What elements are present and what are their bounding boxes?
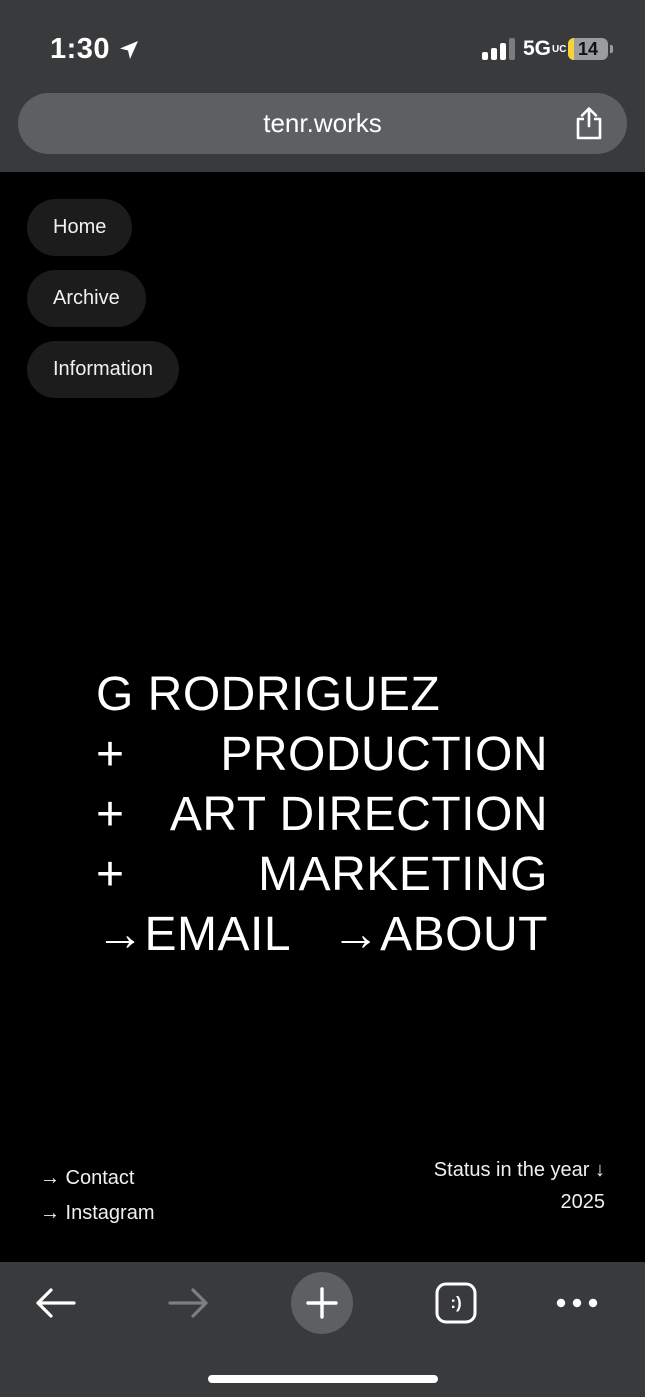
instagram-link[interactable]: → Instagram — [40, 1196, 154, 1231]
status-time: 1:30 — [50, 33, 140, 66]
forward-arrow-icon — [168, 1288, 208, 1318]
hero-name: G RODRIGUEZ — [96, 665, 548, 725]
plus-icon — [306, 1287, 338, 1319]
home-indicator[interactable] — [208, 1375, 438, 1383]
more-button[interactable] — [546, 1272, 608, 1334]
plus-sign: + — [96, 788, 125, 841]
network-type: 5G UC — [522, 37, 567, 61]
network-label: 5G — [522, 37, 551, 60]
tabs-face: :) — [450, 1293, 462, 1312]
hero-marketing: MARKETING — [258, 848, 548, 901]
hero-links-line: →EMAIL →ABOUT — [96, 905, 548, 965]
battery-icon: 14 — [568, 38, 613, 60]
site-nav: Home Archive Information — [27, 199, 180, 412]
footer-links: → Contact → Instagram — [40, 1161, 154, 1231]
status-time-text: 1:30 — [50, 33, 111, 65]
email-link[interactable]: →EMAIL — [96, 905, 291, 965]
browser-bottom-toolbar: :) — [0, 1262, 645, 1397]
nav-home[interactable]: Home — [27, 199, 133, 256]
network-suffix: UC — [552, 43, 567, 55]
new-tab-button[interactable] — [291, 1272, 353, 1334]
back-button[interactable] — [24, 1272, 86, 1334]
address-bar[interactable]: tenr.works — [18, 93, 627, 154]
hero-name-text: G RODRIGUEZ — [96, 668, 441, 721]
hero-marketing-line: + MARKETING — [96, 845, 548, 905]
about-link[interactable]: →ABOUT — [332, 905, 548, 965]
more-dots-icon — [556, 1298, 598, 1308]
url-text[interactable]: tenr.works — [18, 93, 627, 154]
hero-art-direction-line: + ART DIRECTION — [96, 785, 548, 845]
share-icon[interactable] — [573, 106, 605, 140]
location-arrow-icon — [120, 40, 139, 59]
contact-link[interactable]: → Contact — [40, 1161, 154, 1196]
hero-art-direction: ART DIRECTION — [169, 788, 548, 841]
footer-status: Status in the year ↓ 2025 — [434, 1154, 605, 1218]
hero-production: PRODUCTION — [220, 728, 548, 781]
cellular-signal-icon — [481, 38, 515, 60]
status-year: 2025 — [560, 1191, 606, 1213]
battery-percent: 14 — [577, 38, 599, 59]
nav-information[interactable]: Information — [27, 341, 180, 398]
plus-sign: + — [96, 848, 125, 901]
plus-sign: + — [96, 728, 125, 781]
forward-button[interactable] — [158, 1272, 220, 1334]
tabs-button[interactable]: :) — [425, 1272, 487, 1334]
hero-block: G RODRIGUEZ + PRODUCTION + ART DIRECTION… — [96, 665, 548, 965]
status-indicators: 5G UC 14 — [481, 37, 613, 61]
status-label: Status in the year ↓ — [433, 1159, 605, 1181]
battery-fill — [568, 38, 574, 60]
hero-production-line: + PRODUCTION — [96, 725, 548, 785]
nav-archive[interactable]: Archive — [27, 270, 146, 327]
back-arrow-icon — [36, 1288, 76, 1318]
browser-top-chrome: 1:30 5G UC 14 tenr.works — [0, 0, 645, 172]
